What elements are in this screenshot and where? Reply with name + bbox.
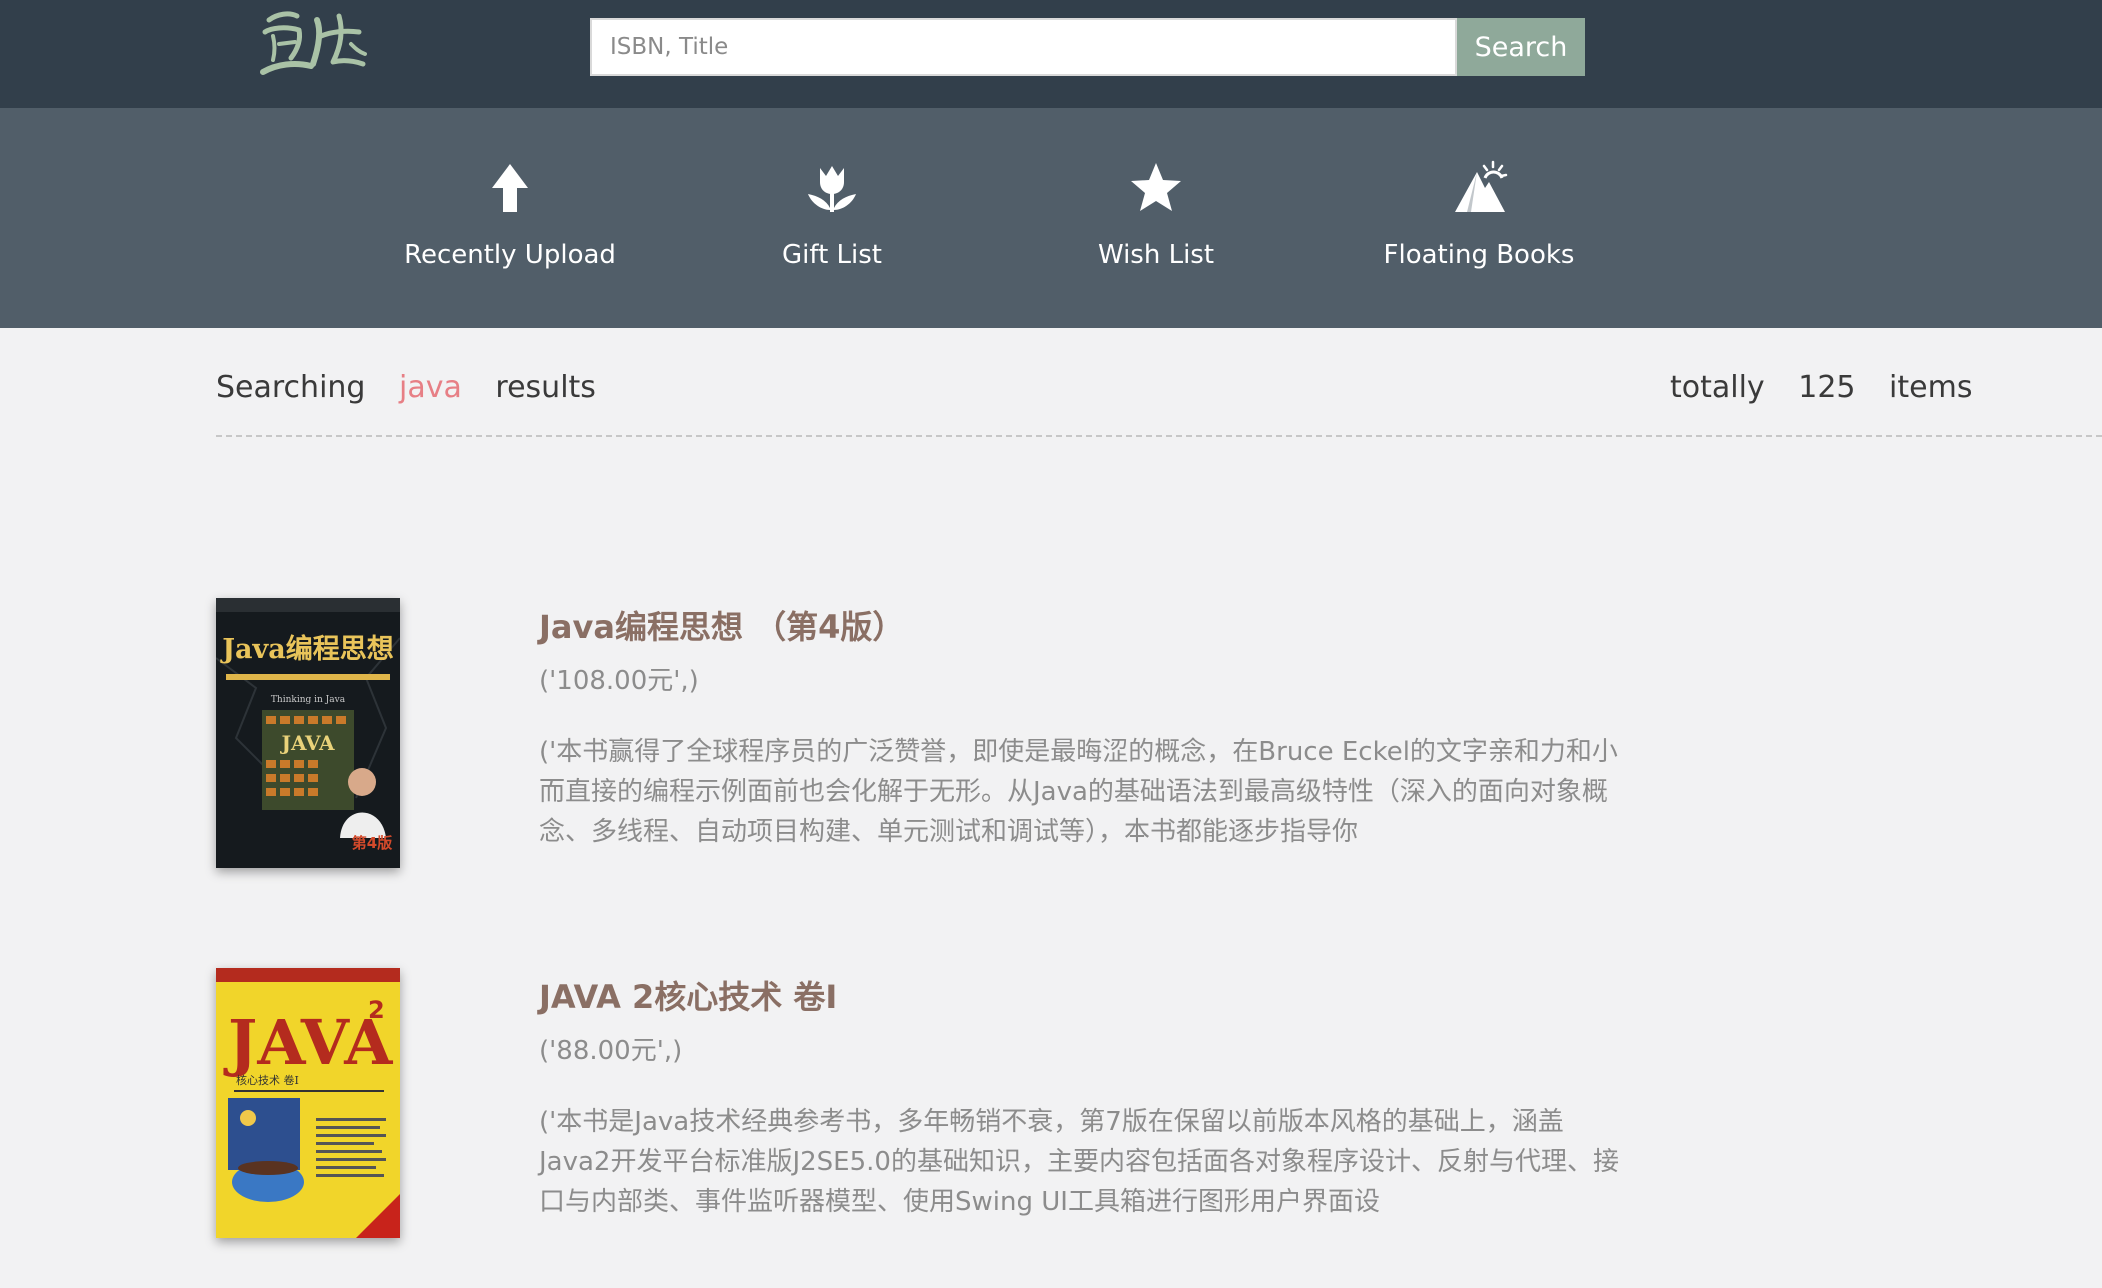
mountain-sun-icon bbox=[1455, 160, 1508, 212]
book-title[interactable]: Java编程思想 （第4版） bbox=[539, 602, 904, 648]
book-cover[interactable]: JAVA 2 核心技术 卷I bbox=[216, 968, 400, 1238]
search-result-header: Searching java results totally 125 items bbox=[216, 370, 2102, 420]
nav-label: Wish List bbox=[1097, 240, 1215, 270]
nav-label: Recently Upload bbox=[404, 240, 616, 270]
nav-bar: Recently Upload Gift List Wish List Floa… bbox=[0, 108, 2102, 328]
search-prefix: Searching bbox=[216, 370, 366, 405]
top-bar: Search bbox=[0, 0, 2102, 108]
nav-item-wish-list[interactable]: Wish List bbox=[1016, 158, 1296, 298]
cover-title: Java编程思想 bbox=[220, 633, 393, 665]
nav-item-floating-books[interactable]: Floating Books bbox=[1339, 158, 1619, 298]
book-list-item: Java编程思想 Thinking in Java JAVA 第4版 Java编… bbox=[216, 598, 1618, 878]
total-count: 125 bbox=[1798, 370, 1856, 405]
cover-superscript: 2 bbox=[368, 996, 385, 1024]
book-price: ('88.00元',) bbox=[539, 1036, 683, 1066]
book-summary: ('本书赢得了全球程序员的广泛赞誉，即使是最晦涩的概念，在Bruce Eckel… bbox=[539, 737, 1618, 847]
header-divider bbox=[216, 435, 2102, 437]
search-suffix: results bbox=[495, 370, 596, 405]
result-count: totally 125 items bbox=[1670, 370, 1996, 405]
star-icon bbox=[1131, 163, 1181, 211]
cover-subtitle: Thinking in Java bbox=[271, 695, 346, 705]
nav-label: Gift List bbox=[782, 240, 882, 270]
search-keyword: java bbox=[399, 370, 462, 405]
book-price: ('108.00元',) bbox=[539, 666, 699, 696]
svg-text:JAVA: JAVA bbox=[279, 731, 334, 755]
site-logo[interactable] bbox=[255, 6, 375, 88]
book-cover[interactable]: Java编程思想 Thinking in Java JAVA 第4版 bbox=[216, 598, 400, 868]
search-input[interactable] bbox=[590, 18, 1457, 76]
nav-label: Floating Books bbox=[1383, 240, 1575, 270]
tulip-icon bbox=[808, 166, 856, 212]
cover-edition: 第4版 bbox=[352, 834, 392, 852]
upload-arrow-icon bbox=[492, 164, 528, 212]
nav-item-gift-list[interactable]: Gift List bbox=[692, 158, 972, 298]
total-suffix: items bbox=[1889, 370, 1973, 405]
search-button[interactable]: Search bbox=[1457, 18, 1585, 76]
cover-subtitle: 核心技术 卷I bbox=[236, 1073, 299, 1087]
search-summary: Searching java results bbox=[216, 370, 620, 405]
book-list-item: JAVA 2 核心技术 卷I JAVA 2核心技术 卷I ('88.00元',)… bbox=[216, 968, 1619, 1248]
nav-item-recently-upload[interactable]: Recently Upload bbox=[370, 158, 650, 298]
book-summary: ('本书是Java技术经典参考书，多年畅销不衰，第7版在保留以前版本风格的基础上… bbox=[539, 1107, 1619, 1217]
total-prefix: totally bbox=[1670, 370, 1765, 405]
book-title[interactable]: JAVA 2核心技术 卷I bbox=[539, 972, 837, 1018]
